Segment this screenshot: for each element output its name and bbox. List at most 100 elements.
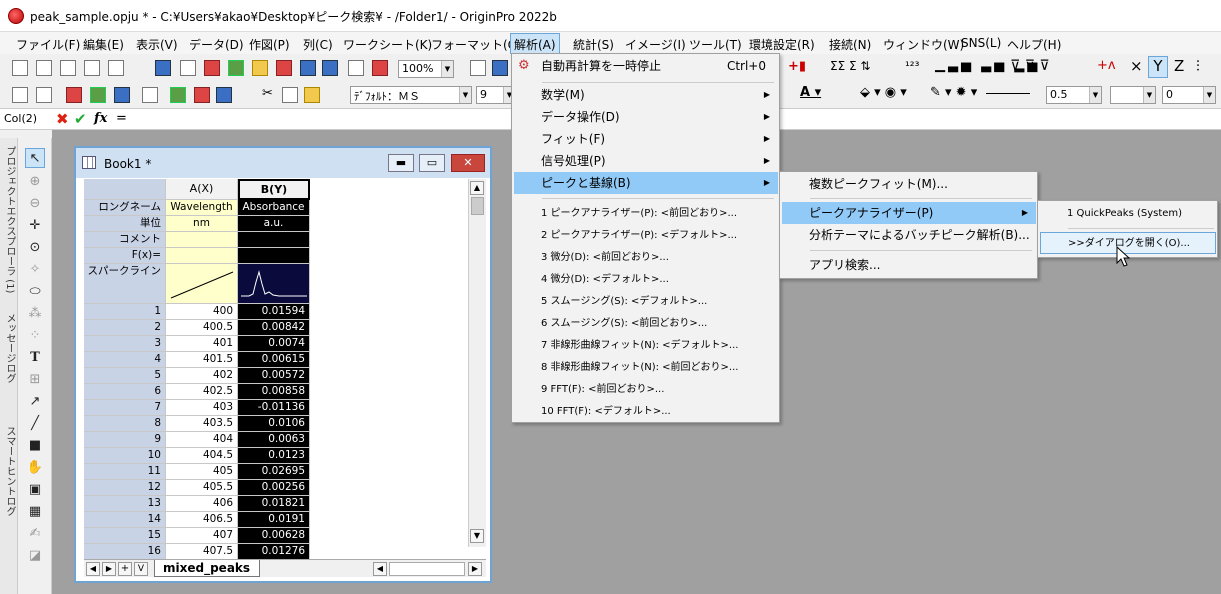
row-header[interactable]: 15 (84, 528, 166, 544)
menu-edit[interactable]: 編集(E) (80, 35, 127, 54)
clear-icon[interactable] (66, 87, 82, 103)
arrow-tool-icon[interactable]: ↗ (25, 392, 45, 412)
fill-color-icon[interactable]: ⬙ ▾ ◉ ▾ (860, 85, 907, 100)
recent-9[interactable]: 9 FFT(F): <前回どおり>... (514, 379, 778, 401)
menu-fitting[interactable]: フィット(F) ▶ (514, 128, 778, 150)
worksheet-grid[interactable]: A(X) B(Y) ロングネーム 単位 コメント F(x)= スパークライン W… (84, 179, 468, 559)
row-header[interactable]: 8 (84, 416, 166, 432)
menu-worksheet[interactable]: ワークシート(K) (340, 35, 435, 54)
tab-project-explorer[interactable]: プロジェクトエクスプローラ (1) (1, 146, 17, 293)
tab-smart-hint-log[interactable]: スマートヒントログ (1, 416, 17, 526)
app-search-item[interactable]: アプリ検索... (782, 254, 1036, 276)
save-project-icon[interactable] (300, 60, 316, 76)
cancel-icon[interactable]: ✖ (56, 110, 69, 128)
cell-absorbance[interactable]: 0.00615 (238, 352, 310, 368)
menu-data-manipulation[interactable]: データ操作(D) ▶ (514, 106, 778, 128)
menu-help[interactable]: ヘルプ(H) (1004, 35, 1064, 54)
menu-column[interactable]: 列(C) (300, 35, 336, 54)
a-longname[interactable]: Wavelength (166, 200, 238, 216)
new-project-icon[interactable] (12, 60, 28, 76)
layer-icon[interactable] (216, 87, 232, 103)
new-workbook-icon[interactable] (36, 60, 52, 76)
cell-absorbance[interactable]: 0.00858 (238, 384, 310, 400)
copy-icon[interactable] (282, 87, 298, 103)
recent-5[interactable]: 5 スムージング(S): <デフォルト>... (514, 291, 778, 313)
menu-plot[interactable]: 作図(P) (246, 35, 293, 54)
text-tool-icon[interactable]: T (25, 348, 45, 368)
a-units[interactable]: nm (166, 216, 238, 232)
eraser-icon[interactable]: ◪ (25, 546, 45, 566)
cell-wavelength[interactable]: 405 (166, 464, 238, 480)
cell-wavelength[interactable]: 404 (166, 432, 238, 448)
sheet-tab-mixed-peaks[interactable]: mixed_peaks (154, 560, 260, 577)
new-notes-icon[interactable] (180, 60, 196, 76)
menu-data[interactable]: データ(D) (186, 35, 247, 54)
insert-graph-icon[interactable]: ▣ (25, 480, 45, 500)
cell-absorbance[interactable]: 0.0063 (238, 432, 310, 448)
cell-absorbance[interactable]: 0.00256 (238, 480, 310, 496)
cell-absorbance[interactable]: 0.00842 (238, 320, 310, 336)
tab-message-log[interactable]: メッセージログ (1, 308, 17, 388)
add-column-icon[interactable]: +▮ (788, 59, 806, 74)
set-y-icon[interactable]: Y (1148, 56, 1168, 78)
scroll-right-icon[interactable]: ▶ (468, 562, 482, 576)
menu-connectivity[interactable]: 接続(N) (826, 35, 874, 54)
workbook-title-bar[interactable]: Book1 * ▬ ▭ ✕ (76, 148, 490, 178)
cell-absorbance[interactable]: 0.0074 (238, 336, 310, 352)
font-size-combo[interactable]: 9 ▼ (476, 86, 516, 104)
set-x-icon[interactable]: × (1130, 57, 1143, 75)
column-values-icon[interactable] (36, 87, 52, 103)
recent-7[interactable]: 7 非線形曲線フィット(N): <デフォルト>... (514, 335, 778, 357)
row-header[interactable]: 1 (84, 304, 166, 320)
rectangle-tool-icon[interactable]: ■ (25, 436, 45, 456)
quickpeaks-item[interactable]: 1 QuickPeaks (System) (1040, 203, 1216, 225)
region-icon[interactable]: ⬭ (25, 282, 45, 302)
recalc-manual-icon[interactable] (372, 60, 388, 76)
scroll-down-icon[interactable]: ▼ (470, 529, 484, 543)
menu-sns[interactable]: SNS(L) (958, 35, 1004, 51)
data-cursor-icon[interactable]: ✧ (25, 260, 45, 280)
cell-absorbance[interactable]: 0.00628 (238, 528, 310, 544)
cell-absorbance[interactable]: 0.01276 (238, 544, 310, 559)
sort-icon[interactable] (90, 87, 106, 103)
cell-wavelength[interactable]: 401 (166, 336, 238, 352)
add-plot-icon[interactable] (170, 87, 186, 103)
cell-absorbance[interactable]: 0.0123 (238, 448, 310, 464)
cell-absorbance[interactable]: -0.01136 (238, 400, 310, 416)
open-folder-icon[interactable] (252, 60, 268, 76)
font-combo[interactable]: ﾃﾞﾌｫﾙﾄ：ＭＳ ▼ (350, 86, 472, 104)
data-reader-icon[interactable]: ⊙ (25, 238, 45, 258)
cell-wavelength[interactable]: 405.5 (166, 480, 238, 496)
row-header[interactable]: 6 (84, 384, 166, 400)
row-header[interactable]: 4 (84, 352, 166, 368)
menu-window[interactable]: ウィンドウ(W) (880, 35, 967, 54)
row-header[interactable]: 16 (84, 544, 166, 559)
next-sheet-icon[interactable]: ▶ (102, 562, 116, 576)
batch-peak-analysis-item[interactable]: 分析テーマによるバッチピーク解析(B)... (782, 224, 1036, 246)
new-function-icon[interactable] (108, 60, 124, 76)
recent-8[interactable]: 8 非線形曲線フィット(N): <前回どおり>... (514, 357, 778, 379)
row-header[interactable]: 7 (84, 400, 166, 416)
row-header[interactable]: 12 (84, 480, 166, 496)
cell-absorbance[interactable]: 0.0106 (238, 416, 310, 432)
cell-absorbance[interactable]: 0.02695 (238, 464, 310, 480)
cell-absorbance[interactable]: 0.01594 (238, 304, 310, 320)
sheet-list-icon[interactable]: V (134, 562, 148, 576)
recalculate-icon[interactable] (348, 60, 364, 76)
axis-tool-icon[interactable]: ⊞ (25, 370, 45, 390)
mask-icon[interactable] (114, 87, 130, 103)
accept-icon[interactable]: ✔ (74, 110, 87, 128)
cut-icon[interactable]: ✂ (262, 86, 273, 101)
open-template-icon[interactable] (204, 60, 220, 76)
minimize-button[interactable]: ▬ (388, 154, 414, 172)
menu-tools[interactable]: ツール(T) (686, 35, 745, 54)
print-icon[interactable] (470, 60, 486, 76)
recent-1[interactable]: 1 ピークアナライザー(P): <前回どおり>... (514, 203, 778, 225)
set-error-icon[interactable]: ⫶ (1196, 57, 1200, 75)
b-sparkline[interactable] (238, 264, 310, 304)
value-combo[interactable]: 0 ▼ (1162, 86, 1216, 104)
menu-image[interactable]: イメージ(I) (622, 35, 689, 54)
copy-page-icon[interactable] (492, 60, 508, 76)
insert-table-icon[interactable]: ▦ (25, 502, 45, 522)
multiple-peak-fit-item[interactable]: 複数ピークフィット(M)... (782, 173, 1036, 195)
